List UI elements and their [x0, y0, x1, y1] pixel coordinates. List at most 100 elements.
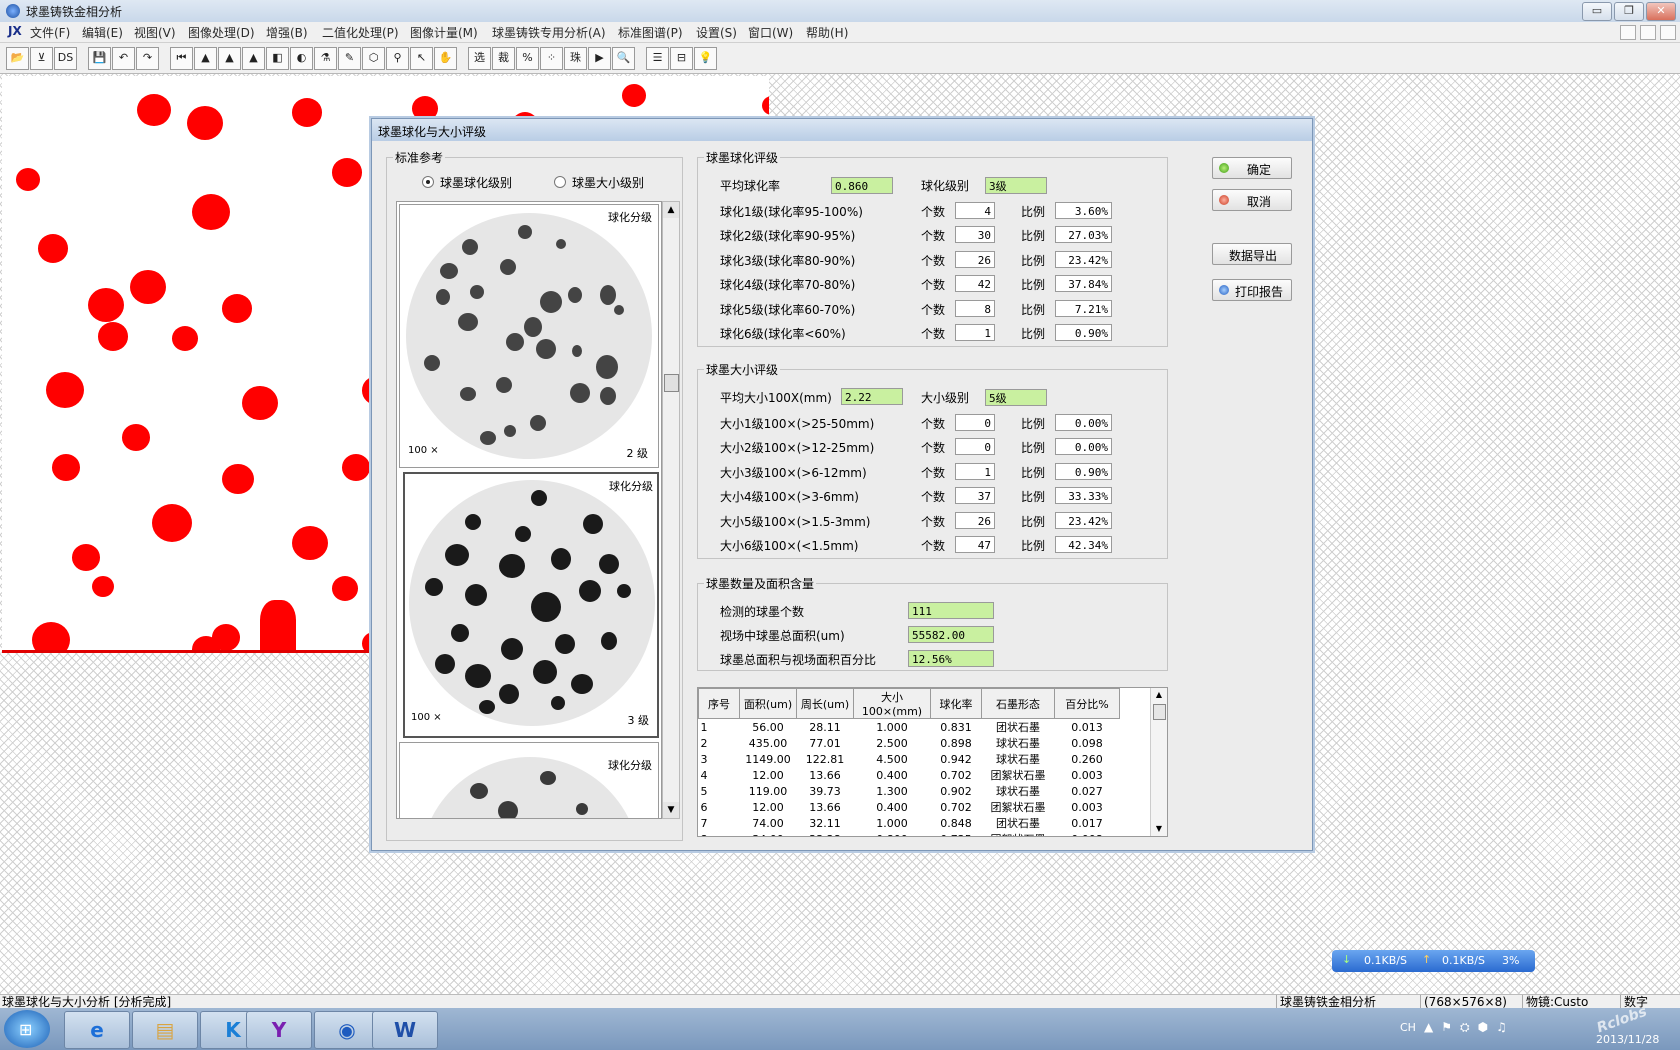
scroll-thumb[interactable] [664, 374, 679, 392]
table-header[interactable]: 石墨形态 [981, 688, 1055, 719]
table-header[interactable]: 百分比% [1054, 688, 1120, 719]
menu-help[interactable]: 帮助(H) [806, 24, 848, 41]
clock-date[interactable]: 2013/11/28 [1596, 1033, 1659, 1046]
size-count-field[interactable]: 37 [955, 487, 995, 505]
size-ratio-field[interactable]: 23.42% [1055, 511, 1112, 529]
nod-ratio-field[interactable]: 37.84% [1055, 275, 1112, 293]
mdi-minimize-button[interactable] [1620, 25, 1636, 40]
toolbar-button-19[interactable]: 选 [468, 47, 491, 70]
menu-measure[interactable]: 图像计量(M) [410, 24, 478, 41]
toolbar-button-4[interactable]: 💾 [88, 47, 111, 70]
scroll-down-arrow-icon[interactable]: ▼ [1151, 822, 1167, 836]
nod-ratio-field[interactable]: 3.60% [1055, 202, 1112, 219]
toolbar-button-13[interactable]: ⚗ [314, 47, 337, 70]
ok-button[interactable]: 确定 [1212, 157, 1292, 179]
toolbar-button-20[interactable]: 裁 [492, 47, 515, 70]
nod-ratio-field[interactable]: 23.42% [1055, 250, 1112, 268]
table-header[interactable]: 大小100×(mm) [853, 688, 931, 719]
toolbar-button-26[interactable]: ☰ [646, 47, 669, 70]
taskbar-explorer-icon[interactable]: ▤ [132, 1011, 198, 1049]
nod-ratio-field[interactable]: 0.90% [1055, 324, 1112, 341]
toolbar-button-11[interactable]: ◧ [266, 47, 289, 70]
quantity-field[interactable]: 111 [908, 602, 994, 619]
quantity-field[interactable]: 12.56% [908, 650, 994, 667]
toolbar-button-23[interactable]: 珠 [564, 47, 587, 70]
reference-card-1[interactable]: 球化分级 100 × 2 级 [399, 204, 659, 468]
menu-enhance[interactable]: 增强(B) [266, 24, 308, 41]
minimize-button[interactable]: ▭ [1582, 2, 1612, 21]
taskbar-word-icon[interactable]: W [372, 1011, 438, 1049]
size-count-field[interactable]: 47 [955, 536, 995, 553]
toolbar-button-21[interactable]: % [516, 47, 539, 70]
scroll-down-arrow-icon[interactable]: ▼ [663, 802, 679, 818]
network-meter[interactable]: ↓ 0.1KB/S ↑ 0.1KB/S 3% [1332, 950, 1535, 972]
nodularity-grade-field[interactable]: 3级 [985, 177, 1047, 194]
toolbar-button-8[interactable]: ▲ [194, 47, 217, 70]
export-data-button[interactable]: 数据导出 [1212, 243, 1292, 265]
toolbar-button-18[interactable]: ✋ [434, 47, 457, 70]
toolbar-button-2[interactable]: ⊻ [30, 47, 53, 70]
nod-count-field[interactable]: 30 [955, 226, 995, 244]
table-row[interactable]: 1 56.00 28.11 1.000 0.831 团状石墨 0.013 [699, 719, 1120, 736]
toolbar-button-9[interactable]: ▲ [218, 47, 241, 70]
toolbar-button-6[interactable]: ↷ [136, 47, 159, 70]
size-count-field[interactable]: 0 [955, 438, 995, 456]
toolbar-button-14[interactable]: ✎ [338, 47, 361, 70]
print-report-button[interactable]: 打印报告 [1212, 279, 1292, 301]
nod-count-field[interactable]: 8 [955, 299, 995, 317]
menu-view[interactable]: 视图(V) [134, 24, 176, 41]
nod-count-field[interactable]: 26 [955, 250, 995, 268]
toolbar-button-24[interactable]: ▶ [588, 47, 611, 70]
toolbar-button-15[interactable]: ⬡ [362, 47, 385, 70]
quantity-field[interactable]: 55582.00 [908, 626, 994, 643]
tray-language[interactable]: CH [1400, 1021, 1416, 1034]
scroll-up-arrow-icon[interactable]: ▲ [1151, 688, 1167, 702]
reference-card-2[interactable]: 球化分级 100 × 3 级 [403, 472, 659, 738]
avg-size-field[interactable]: 2.22 [841, 388, 903, 405]
table-scrollbar[interactable]: ▲ ▼ [1150, 688, 1167, 836]
size-ratio-field[interactable]: 33.33% [1055, 487, 1112, 505]
cancel-button[interactable]: 取消 [1212, 189, 1292, 211]
toolbar-button-1[interactable]: 📂 [6, 47, 29, 70]
table-header[interactable]: 周长(um) [796, 688, 854, 719]
mdi-restore-button[interactable] [1640, 25, 1656, 40]
toolbar-button-27[interactable]: ⊟ [670, 47, 693, 70]
toolbar-button-10[interactable]: ▲ [242, 47, 265, 70]
menu-settings[interactable]: 设置(S) [696, 24, 737, 41]
table-header[interactable]: 面积(um) [739, 688, 797, 719]
size-grade-field[interactable]: 5级 [985, 389, 1047, 406]
avg-nodularity-field[interactable]: 0.860 [831, 177, 893, 194]
taskbar-app-icon[interactable]: ◉ [314, 1011, 380, 1049]
size-ratio-field[interactable]: 0.00% [1055, 438, 1112, 456]
table-header[interactable]: 球化率 [930, 688, 982, 719]
nod-count-field[interactable]: 1 [955, 324, 995, 341]
toolbar-button-22[interactable]: ⁘ [540, 47, 563, 70]
table-row[interactable]: 7 74.00 32.11 1.000 0.848 团状石墨 0.017 [699, 815, 1120, 831]
table-row[interactable]: 4 12.00 13.66 0.400 0.702 团絮状石墨 0.003 [699, 767, 1120, 783]
toolbar-button-7[interactable]: ⏮ [170, 47, 193, 70]
nod-ratio-field[interactable]: 7.21% [1055, 299, 1112, 317]
size-ratio-field[interactable]: 42.34% [1055, 536, 1112, 553]
taskbar-ie-icon[interactable]: e [64, 1011, 130, 1049]
toolbar-button-5[interactable]: ↶ [112, 47, 135, 70]
size-ratio-field[interactable]: 0.00% [1055, 414, 1112, 431]
toolbar-button-16[interactable]: ⚲ [386, 47, 409, 70]
size-ratio-field[interactable]: 0.90% [1055, 462, 1112, 480]
reference-card-3[interactable]: 球化分级 [399, 742, 659, 818]
scroll-thumb[interactable] [1153, 704, 1166, 720]
scroll-up-arrow-icon[interactable]: ▲ [663, 202, 679, 218]
toolbar-button-12[interactable]: ◐ [290, 47, 313, 70]
table-row[interactable]: 5 119.00 39.73 1.300 0.902 球状石墨 0.027 [699, 783, 1120, 799]
toolbar-button-28[interactable]: 💡 [694, 47, 717, 70]
menu-file[interactable]: 文件(F) [30, 24, 70, 41]
taskbar-y-icon[interactable]: Y [246, 1011, 312, 1049]
size-count-field[interactable]: 26 [955, 511, 995, 529]
restore-button[interactable]: ❐ [1614, 2, 1644, 21]
menu-window[interactable]: 窗口(W) [748, 24, 793, 41]
table-row[interactable]: 2 435.00 77.01 2.500 0.898 球状石墨 0.098 [699, 735, 1120, 751]
close-button[interactable]: ✕ [1646, 2, 1676, 21]
reference-scrollbar[interactable]: ▲ ▼ [662, 201, 680, 819]
nod-ratio-field[interactable]: 27.03% [1055, 226, 1112, 244]
menu-ductile-iron-analysis[interactable]: 球墨铸铁专用分析(A) [492, 24, 606, 41]
menu-edit[interactable]: 编辑(E) [82, 24, 123, 41]
